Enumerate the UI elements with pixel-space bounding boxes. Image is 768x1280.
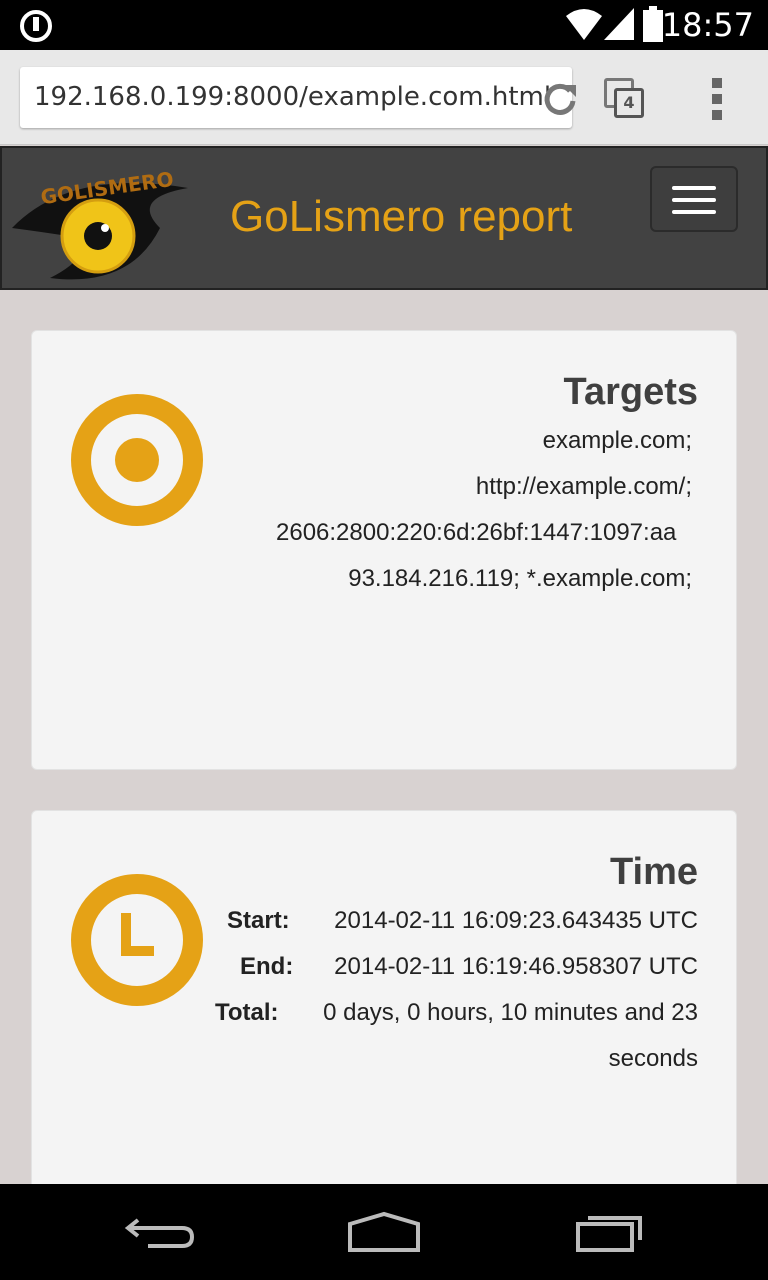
start-row: Start: 2014-02-11 16:09:23.643435 UTC (198, 903, 698, 949)
url-bar[interactable]: 192.168.0.199:8000/example.com.html (20, 67, 576, 128)
url-text[interactable]: 192.168.0.199:8000/example.com.html (34, 82, 551, 112)
battery-icon (643, 6, 663, 42)
total-row-continued: seconds (198, 1041, 698, 1087)
reload-icon[interactable] (542, 81, 578, 117)
total-value-continued: seconds (608, 1045, 698, 1072)
site-header: GOLISMERO GoLismero report (0, 146, 768, 290)
target-item: 93.184.216.119; *.example.com; (348, 565, 692, 592)
clock-icon (71, 874, 203, 1006)
hamburger-menu-button[interactable] (650, 166, 738, 232)
total-row: Total: 0 days, 0 hours, 10 minutes and 2… (198, 995, 698, 1041)
back-icon[interactable] (124, 1210, 196, 1254)
targets-heading: Targets (563, 371, 698, 413)
time-card: Time Start: 2014-02-11 16:09:23.643435 U… (31, 810, 737, 1230)
time-details: Start: 2014-02-11 16:09:23.643435 UTC En… (198, 903, 698, 1087)
notification-icon (20, 10, 52, 42)
status-time: 18:57 (661, 6, 754, 44)
end-row: End: 2014-02-11 16:19:46.958307 UTC (198, 949, 698, 995)
status-bar: 18:57 (0, 0, 768, 50)
targets-list: example.com; http://example.com/; 2606:2… (276, 423, 700, 607)
end-value: 2014-02-11 16:19:46.958307 UTC (334, 953, 698, 980)
tabs-button[interactable]: 4 (602, 76, 648, 122)
tab-count: 4 (614, 88, 644, 118)
browser-toolbar: 192.168.0.199:8000/example.com.html 4 (0, 50, 768, 145)
target-item: 2606:2800:220:6d:26bf:1447:1097:aa (276, 519, 677, 546)
start-value: 2014-02-11 16:09:23.643435 UTC (334, 907, 698, 934)
target-item: http://example.com/; (475, 473, 692, 500)
home-icon[interactable] (346, 1210, 422, 1254)
targets-card: Targets example.com; http://example.com/… (31, 330, 737, 770)
navigation-bar (0, 1184, 768, 1280)
signal-icon (604, 8, 634, 40)
wifi-icon (566, 9, 602, 40)
site-title: GoLismero report (230, 192, 573, 241)
start-label: Start: (227, 907, 290, 934)
total-label: Total: (215, 999, 279, 1026)
total-value: 0 days, 0 hours, 10 minutes and 23 (323, 999, 698, 1026)
golismero-logo: GOLISMERO (12, 167, 188, 280)
end-label: End: (240, 953, 294, 980)
recent-apps-icon[interactable] (574, 1210, 646, 1254)
time-heading: Time (609, 851, 698, 893)
target-item: example.com; (542, 427, 692, 454)
target-icon (71, 394, 203, 526)
overflow-menu-icon[interactable] (712, 78, 724, 122)
